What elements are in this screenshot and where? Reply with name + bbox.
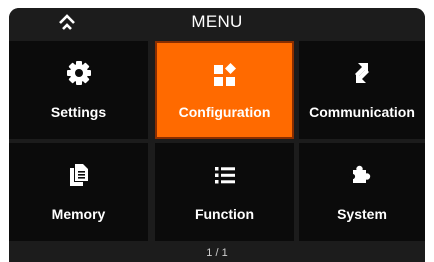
header-bar: MENU xyxy=(9,8,425,36)
menu-tile-label: Function xyxy=(194,206,255,222)
menu-tile-label: Settings xyxy=(50,104,107,120)
menu-tile-communication[interactable]: Communication xyxy=(299,41,425,139)
page-indicator: 1 / 1 xyxy=(206,247,228,259)
configuration-blocks-icon xyxy=(212,62,238,88)
puzzle-piece-icon xyxy=(349,162,375,188)
menu-tile-settings[interactable]: Settings xyxy=(9,41,148,139)
list-icon xyxy=(212,162,238,188)
menu-tile-label: Memory xyxy=(51,206,106,222)
menu-tile-label: Communication xyxy=(309,104,415,120)
footer-bar: 1 / 1 xyxy=(9,246,425,262)
menu-grid: Settings Configuration Communication Mem… xyxy=(9,41,425,241)
menu-tile-memory[interactable]: Memory xyxy=(9,143,148,241)
gear-icon xyxy=(66,60,92,86)
menu-tile-function[interactable]: Function xyxy=(155,143,294,241)
documents-icon xyxy=(66,162,92,188)
exchange-arrows-icon xyxy=(349,60,375,86)
menu-screen: MENU Settings Configuration Communicatio… xyxy=(9,8,425,262)
menu-tile-system[interactable]: System xyxy=(299,143,425,241)
menu-tile-configuration[interactable]: Configuration xyxy=(155,41,294,139)
menu-tile-label: System xyxy=(337,206,387,222)
page-title: MENU xyxy=(191,12,243,31)
menu-tile-label: Configuration xyxy=(178,104,271,120)
